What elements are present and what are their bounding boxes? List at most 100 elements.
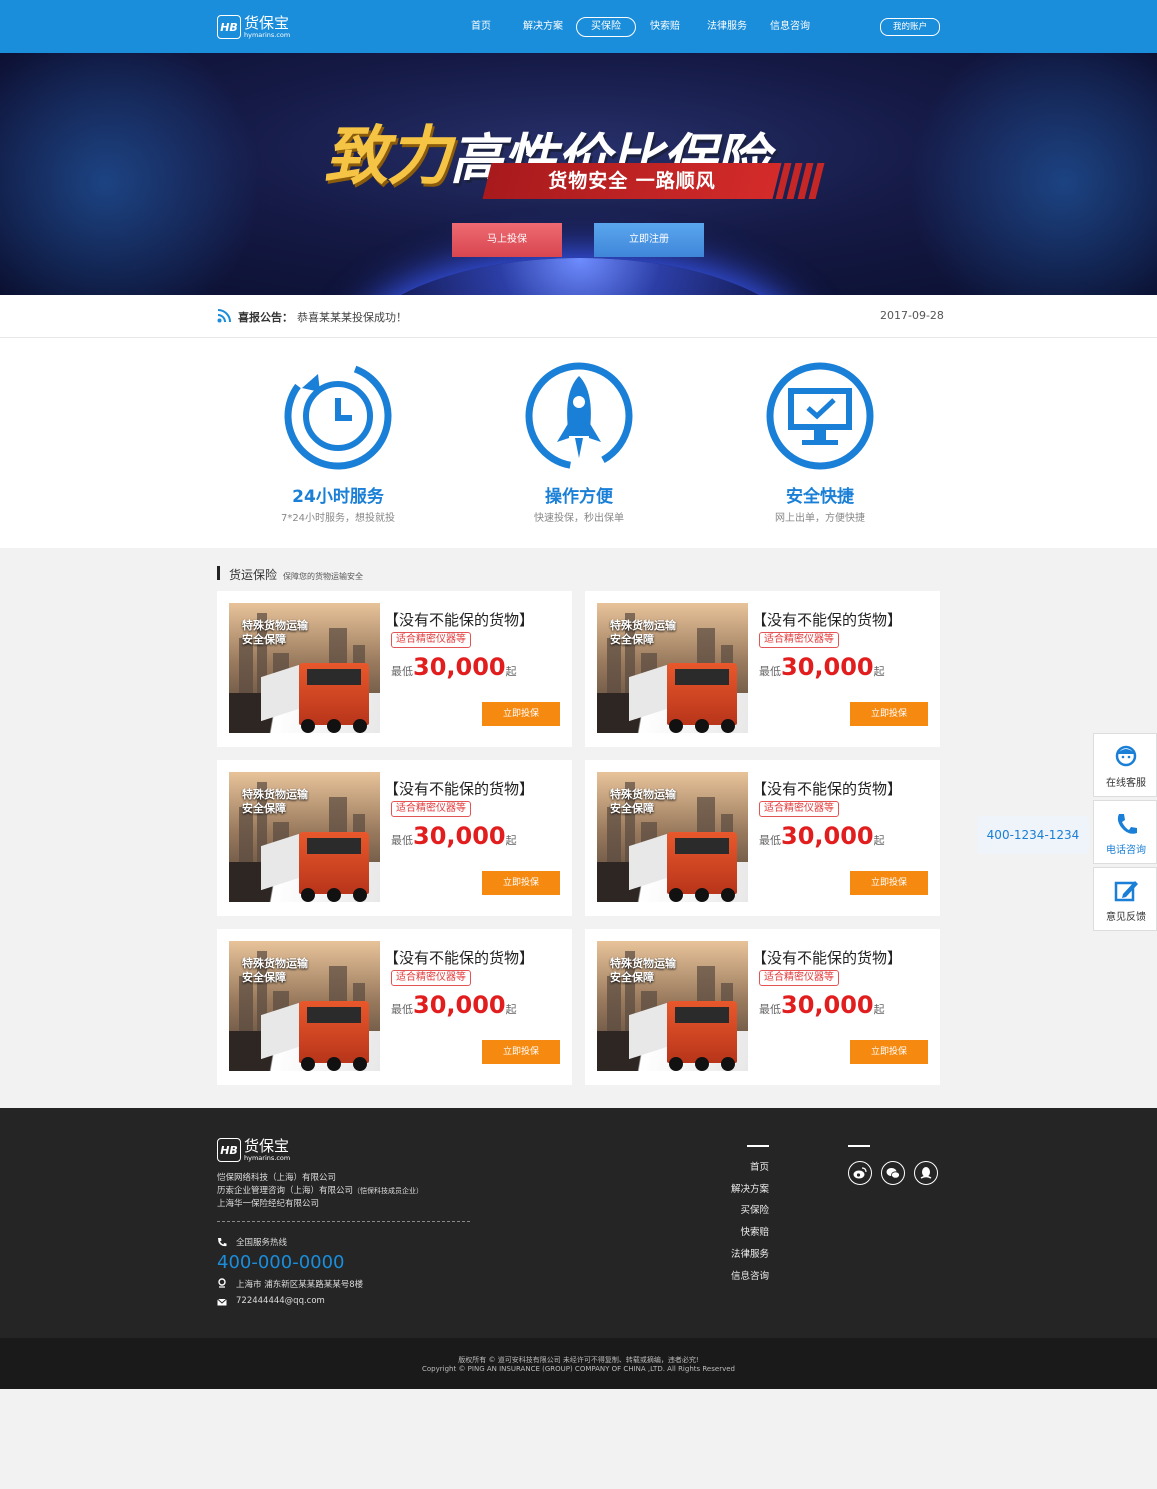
price-label: 最低 [391, 834, 413, 847]
headline-gold: 致力 [324, 120, 451, 194]
phone-number-popup: 400-1234-1234 [977, 816, 1089, 854]
notice-date: 2017-09-28 [880, 309, 944, 322]
price-value: 30,000 [781, 822, 874, 850]
insure-button[interactable]: 立即投保 [482, 702, 560, 726]
company-name: 恺保网络科技（上海）有限公司 [217, 1173, 337, 1183]
hotline-number[interactable]: 400-000-0000 [217, 1252, 345, 1273]
insure-button[interactable]: 立即投保 [850, 1040, 928, 1064]
feature-desc: 快速投保，秒出保单 [534, 513, 624, 524]
location-icon [218, 1278, 226, 1288]
feature-title: 操作方便 [545, 487, 613, 507]
footer-link-info[interactable]: 信息咨询 [700, 1266, 769, 1288]
ribbon-stripes [775, 163, 825, 199]
insure-button[interactable]: 立即投保 [482, 871, 560, 895]
price-value: 30,000 [781, 991, 874, 1019]
banner-subtitle: 货物安全 一路顺风 [548, 170, 716, 192]
company-name: 历索企业管理咨询（上海）有限公司 [217, 1186, 354, 1196]
footer-logo-mark: HB [217, 1138, 241, 1162]
notice-message[interactable]: 恭喜某某某投保成功！ [297, 309, 407, 325]
product-price: 最低30,000起 [391, 653, 517, 681]
my-account-button[interactable]: 我的账户 [880, 18, 940, 36]
price-value: 30,000 [781, 653, 874, 681]
footer-link-legal[interactable]: 法律服务 [700, 1244, 769, 1266]
product-card[interactable]: 特殊货物运输 安全保障 【没有不能保的货物】 适合精密仪器等 最低30,000起 立即投保 [585, 760, 940, 916]
footer-link-solutions[interactable]: 解决方案 [700, 1179, 769, 1201]
top-header: HB 货保宝 hymarins.com 首页 解决方案 买保险 快索赔 法律服务… [0, 0, 1157, 53]
product-tag: 适合精密仪器等 [759, 632, 839, 648]
insure-button[interactable]: 立即投保 [850, 871, 928, 895]
feature-title: 安全快捷 [786, 487, 854, 507]
notice-bar: 喜报公告： 恭喜某某某投保成功！ 2017-09-28 [0, 295, 1157, 338]
register-now-button[interactable]: 立即注册 [594, 223, 704, 257]
main-nav: 首页 解决方案 买保险 快索赔 法律服务 信息咨询 [452, 17, 820, 37]
price-unit: 起 [873, 665, 885, 678]
footer-links: 首页 解决方案 买保险 快索赔 法律服务 信息咨询 [700, 1145, 769, 1287]
product-price: 最低30,000起 [759, 822, 885, 850]
copyright-line-en: Copyright © PING AN INSURANCE (GROUP) CO… [422, 1365, 735, 1373]
footer-divider [217, 1221, 470, 1222]
product-title: 【没有不能保的货物】 [752, 611, 903, 629]
hero-banner: 致力高性价比保险 货物安全 一路顺风 马上投保 立即注册 [0, 53, 1157, 295]
footer-link-buy[interactable]: 买保险 [700, 1200, 769, 1222]
product-card[interactable]: 特殊货物运输 安全保障 【没有不能保的货物】 适合精密仪器等 最低30,000起 立即投保 [217, 929, 572, 1085]
footer-logo-domain: hymarins.com [244, 1153, 291, 1162]
product-price: 最低30,000起 [391, 991, 517, 1019]
insure-button[interactable]: 立即投保 [482, 1040, 560, 1064]
image-caption: 安全保障 [242, 633, 286, 646]
product-title: 【没有不能保的货物】 [384, 949, 535, 967]
footer-link-home[interactable]: 首页 [700, 1157, 769, 1179]
product-tag: 适合精密仪器等 [391, 632, 471, 648]
truck-city-image: 特殊货物运输 安全保障 [229, 603, 380, 733]
nav-home[interactable]: 首页 [452, 18, 510, 36]
logo-domain: hymarins.com [244, 30, 291, 39]
insure-now-button[interactable]: 马上投保 [452, 223, 562, 257]
footer-email[interactable]: 722444444@qq.com [236, 1296, 325, 1306]
product-card[interactable]: 特殊货物运输 安全保障 【没有不能保的货物】 适合精密仪器等 最低30,000起 立即投保 [217, 760, 572, 916]
price-label: 最低 [391, 665, 413, 678]
nav-solutions[interactable]: 解决方案 [510, 18, 576, 36]
price-label: 最低 [759, 834, 781, 847]
product-title: 【没有不能保的货物】 [752, 949, 903, 967]
product-card[interactable]: 特殊货物运输 安全保障 【没有不能保的货物】 适合精密仪器等 最低30,000起 立即投保 [585, 929, 940, 1085]
footer-address: 上海市 浦东新区某某路某某号8楼 [236, 1280, 364, 1290]
image-caption: 特殊货物运输 [242, 788, 308, 801]
image-caption: 特殊货物运输 [242, 957, 308, 970]
section-title: 货运保险 保障您的货物运输安全 [217, 566, 364, 582]
footer-link-claims[interactable]: 快索赔 [700, 1222, 769, 1244]
price-unit: 起 [873, 1003, 885, 1016]
online-service-label: 在线客服 [1106, 778, 1146, 789]
product-card[interactable]: 特殊货物运输 安全保障 【没有不能保的货物】 适合精密仪器等 最低30,000起 立即投保 [585, 591, 940, 747]
phone-consult-button[interactable]: 电话咨询 [1093, 800, 1157, 864]
nav-legal[interactable]: 法律服务 [694, 18, 760, 36]
company-name: 上海华一保险经纪有限公司 [217, 1199, 320, 1209]
product-tag: 适合精密仪器等 [391, 801, 471, 817]
price-label: 最低 [391, 1003, 413, 1016]
nav-info[interactable]: 信息咨询 [760, 18, 820, 36]
product-card[interactable]: 特殊货物运输 安全保障 【没有不能保的货物】 适合精密仪器等 最低30,000起 立即投保 [217, 591, 572, 747]
feedback-button[interactable]: 意见反馈 [1093, 867, 1157, 931]
links-bar [747, 1145, 769, 1147]
weibo-icon[interactable] [848, 1161, 872, 1185]
wechat-icon[interactable] [881, 1161, 905, 1185]
logo-name: 货保宝 [244, 13, 290, 32]
site-logo[interactable]: HB 货保宝 hymarins.com [217, 14, 290, 40]
truck-city-image: 特殊货物运输 安全保障 [597, 603, 748, 733]
nav-claims[interactable]: 快索赔 [636, 18, 694, 36]
product-title: 【没有不能保的货物】 [752, 780, 903, 798]
online-service-button[interactable]: 在线客服 [1093, 733, 1157, 797]
image-caption: 安全保障 [610, 971, 654, 984]
product-tag: 适合精密仪器等 [759, 801, 839, 817]
company-note: （恺保科技成员企业） [353, 1187, 424, 1195]
price-label: 最低 [759, 1003, 781, 1016]
nav-buy-insurance[interactable]: 买保险 [576, 17, 636, 37]
banner-planet [350, 258, 810, 295]
feature-easy: 操作方便 快速投保，秒出保单 [499, 358, 659, 524]
qq-icon[interactable] [914, 1161, 938, 1185]
product-title: 【没有不能保的货物】 [384, 780, 535, 798]
insure-button[interactable]: 立即投保 [850, 702, 928, 726]
site-footer: HB 货保宝 hymarins.com 恺保网络科技（上海）有限公司 历索企业管… [0, 1108, 1157, 1338]
product-price: 最低30,000起 [391, 822, 517, 850]
section-subheading: 保障您的货物运输安全 [283, 572, 364, 581]
copyright-line-cn: 版权所有 © 道可安科技有限公司 未经许可不得复制、转载或摘编，违者必究! [458, 1356, 699, 1364]
banner-glow-left [0, 53, 270, 295]
